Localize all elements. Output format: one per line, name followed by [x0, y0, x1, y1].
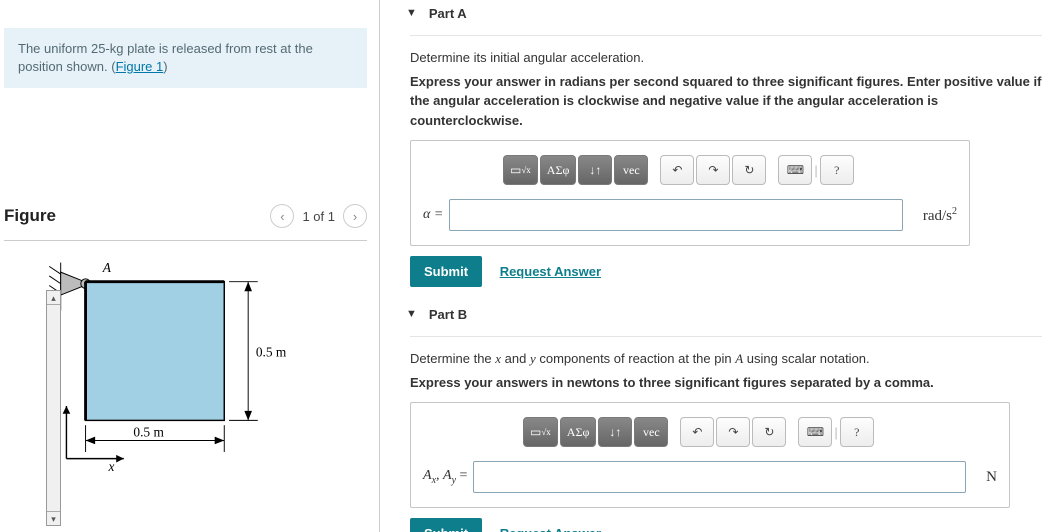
collapse-icon[interactable]: ▼ [406, 8, 417, 19]
figure-scrollbar[interactable]: ▴ ▾ [46, 290, 61, 526]
part-b-instructions: Express your answers in newtons to three… [410, 373, 1042, 393]
equation-toolbar: ▭√x ΑΣφ ↓↑ vec ↶ ↷ ↻ ⌨ | ? [523, 417, 997, 447]
svg-text:0.5 m: 0.5 m [133, 425, 164, 440]
part-a-question: Determine its initial angular accelerati… [410, 48, 1042, 68]
figure-next-button[interactable]: › [343, 204, 367, 228]
figure-title: Figure [4, 206, 270, 226]
svg-text:A: A [102, 261, 112, 276]
reset-button[interactable]: ↻ [752, 417, 786, 447]
part-b-submit-button[interactable]: Submit [410, 518, 482, 532]
help-button[interactable]: ? [820, 155, 854, 185]
collapse-icon[interactable]: ▼ [406, 309, 417, 320]
part-b-input[interactable] [473, 461, 966, 493]
part-b-unit: N [986, 469, 997, 486]
help-button[interactable]: ? [840, 417, 874, 447]
part-b-header: Part B [429, 307, 467, 322]
part-b-answer-area: ▭√x ΑΣφ ↓↑ vec ↶ ↷ ↻ ⌨ | ? Ax, Ay = N [410, 402, 1010, 508]
keyboard-button[interactable]: ⌨ [798, 417, 832, 447]
vector-button[interactable]: vec [634, 417, 668, 447]
subscript-button[interactable]: ↓↑ [578, 155, 612, 185]
figure-prev-button[interactable]: ‹ [270, 204, 294, 228]
undo-button[interactable]: ↶ [680, 417, 714, 447]
redo-button[interactable]: ↷ [716, 417, 750, 447]
part-b-request-answer-link[interactable]: Request Answer [500, 526, 601, 532]
redo-button[interactable]: ↷ [696, 155, 730, 185]
equation-toolbar: ▭√x ΑΣφ ↓↑ vec ↶ ↷ ↻ ⌨ | ? [503, 155, 957, 185]
vector-button[interactable]: vec [614, 155, 648, 185]
undo-button[interactable]: ↶ [660, 155, 694, 185]
part-a-input[interactable] [449, 199, 903, 231]
greek-button[interactable]: ΑΣφ [560, 417, 597, 447]
scroll-up-icon[interactable]: ▴ [47, 291, 60, 305]
templates-button[interactable]: ▭√x [523, 417, 558, 447]
part-b-question: Determine the x and y components of reac… [410, 349, 1042, 369]
templates-button[interactable]: ▭√x [503, 155, 538, 185]
subscript-button[interactable]: ↓↑ [598, 417, 632, 447]
part-a-unit: rad/s2 [923, 206, 957, 225]
svg-text:0.5 m: 0.5 m [256, 345, 287, 360]
scroll-down-icon[interactable]: ▾ [47, 511, 60, 525]
figure-nav-label: 1 of 1 [302, 209, 335, 224]
keyboard-button[interactable]: ⌨ [778, 155, 812, 185]
part-a-header: Part A [429, 6, 467, 21]
part-a-instructions: Express your answer in radians per secon… [410, 72, 1042, 131]
part-b-lhs: Ax, Ay = [423, 468, 467, 486]
figure-link[interactable]: Figure 1 [116, 59, 164, 74]
part-a-request-answer-link[interactable]: Request Answer [500, 264, 601, 279]
svg-text:x: x [108, 459, 115, 473]
greek-button[interactable]: ΑΣφ [540, 155, 577, 185]
reset-button[interactable]: ↻ [732, 155, 766, 185]
part-a-answer-area: ▭√x ΑΣφ ↓↑ vec ↶ ↷ ↻ ⌨ | ? α = rad/s2 [410, 140, 970, 246]
part-a-submit-button[interactable]: Submit [410, 256, 482, 287]
part-a-lhs: α = [423, 207, 443, 223]
problem-statement: The uniform 25-kg plate is released from… [4, 28, 367, 88]
